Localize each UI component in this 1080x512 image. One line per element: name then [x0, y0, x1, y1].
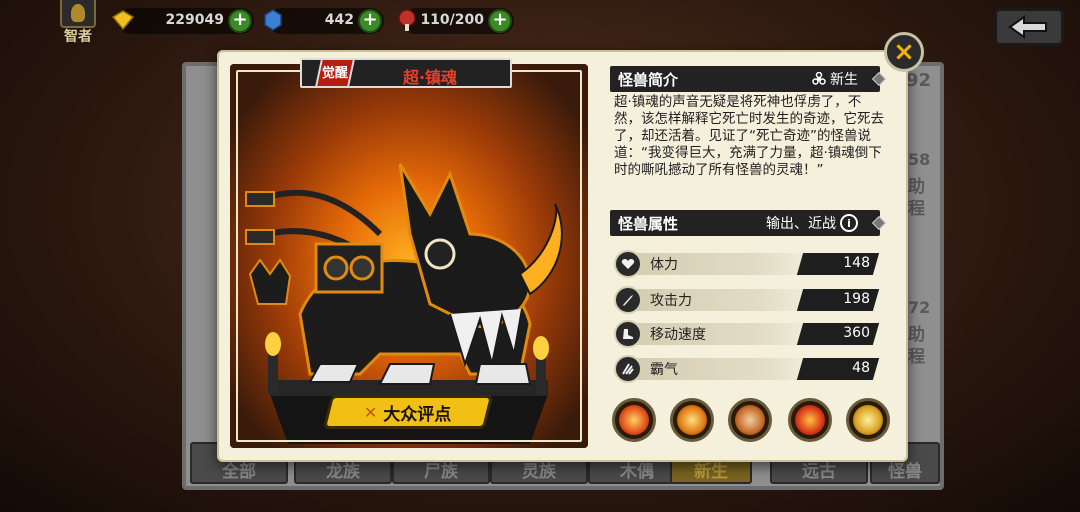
- skill-beast-head-icon[interactable]: [728, 398, 772, 442]
- skill-golden-emblem-icon[interactable]: [846, 398, 890, 442]
- attributes-header: 怪兽属性 输出、近战 i: [610, 210, 887, 236]
- skill-skull-fire-icon[interactable]: [788, 398, 832, 442]
- meat-icon: [398, 9, 416, 31]
- stat-value: 48: [852, 360, 870, 376]
- add-coins-button[interactable]: +: [228, 9, 252, 33]
- boot-icon: [614, 320, 642, 348]
- stat-label: 移动速度: [650, 327, 706, 343]
- gold-ingot-icon: [111, 10, 135, 31]
- close-button[interactable]: ×: [884, 32, 924, 72]
- player-avatar[interactable]: 智者: [58, 0, 98, 46]
- stamina-counter: 110/200 +: [398, 8, 514, 34]
- cross-swords-icon: ✕: [364, 402, 378, 422]
- bg-text-4: 程: [908, 347, 925, 367]
- monster-name: 超·镇魂: [402, 68, 458, 87]
- rate-button[interactable]: ✕ 大众评点: [322, 395, 494, 429]
- stat-attack: 攻击力 198: [614, 286, 880, 314]
- stat-label: 体力: [650, 257, 678, 273]
- skill-fire-swirl-icon[interactable]: [612, 398, 656, 442]
- intro-header: 怪兽简介 新生: [610, 66, 887, 92]
- coin-counter: 229049 +: [111, 8, 254, 34]
- biohazard-icon: [812, 72, 826, 85]
- gem-value: 442: [324, 12, 354, 28]
- rate-button-label: 大众评点: [383, 404, 452, 425]
- add-gems-button[interactable]: +: [358, 9, 382, 33]
- bg-count-1: 92: [906, 70, 932, 91]
- close-icon: ×: [893, 37, 915, 67]
- coin-value: 229049: [165, 12, 224, 28]
- monster-description: 超·镇魂的声音无疑是将死神也俘虏了，不然，该怎样解释它死亡时发生的奇迹，它死去了…: [614, 94, 884, 178]
- gem-counter: 442 +: [264, 8, 384, 34]
- player-rank: 智者: [64, 29, 92, 45]
- stat-value: 148: [843, 255, 870, 271]
- stamina-value: 110/200: [420, 12, 484, 28]
- bg-text-2: 程: [908, 199, 925, 219]
- awaken-badge: 觉醒: [314, 58, 356, 88]
- sword-icon: [614, 286, 642, 314]
- stat-value: 360: [843, 325, 870, 341]
- monster-portrait: [230, 64, 588, 448]
- bg-count-3: 72: [908, 298, 931, 317]
- bg-count-2: 58: [908, 150, 931, 169]
- stat-speed: 移动速度 360: [614, 320, 880, 348]
- return-arrow-icon: [1008, 15, 1047, 39]
- stat-stamina: 体力 148: [614, 250, 880, 278]
- stat-label: 霸气: [650, 362, 678, 378]
- info-icon[interactable]: i: [840, 214, 858, 232]
- skill-flame-burst-icon[interactable]: [670, 398, 714, 442]
- intro-category: 新生: [830, 72, 858, 88]
- blue-gem-icon: [264, 9, 282, 31]
- attributes-tags: 输出、近战: [766, 216, 836, 232]
- lightbulb-icon: [60, 0, 96, 28]
- heart-icon: [614, 250, 642, 278]
- stat-value: 198: [843, 291, 870, 307]
- back-button[interactable]: [994, 8, 1064, 46]
- intro-title: 怪兽简介: [618, 71, 679, 89]
- claw-icon: [614, 355, 642, 383]
- add-stamina-button[interactable]: +: [488, 9, 512, 33]
- attributes-title: 怪兽属性: [618, 215, 679, 233]
- stat-dominance: 霸气 48: [614, 355, 880, 383]
- stat-label: 攻击力: [650, 293, 692, 309]
